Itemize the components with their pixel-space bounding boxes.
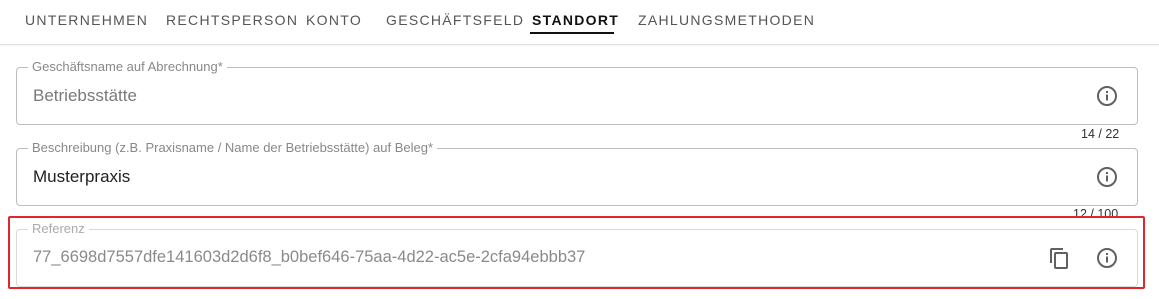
description-value[interactable]: Musterpraxis: [33, 167, 130, 187]
info-icon[interactable]: [1095, 84, 1119, 108]
reference-highlight-box: [8, 216, 1145, 289]
description-label: Beschreibung (z.B. Praxisname / Name der…: [28, 140, 438, 155]
description-field[interactable]: Beschreibung (z.B. Praxisname / Name der…: [16, 140, 1138, 206]
tab-konto[interactable]: KONTO: [306, 0, 362, 40]
info-icon[interactable]: [1095, 165, 1119, 189]
tab-geschaeftsfeld[interactable]: GESCHÄFTSFELD: [386, 0, 524, 40]
tab-unternehmen[interactable]: UNTERNEHMEN: [25, 0, 148, 40]
active-tab-indicator: [530, 32, 614, 34]
business-name-counter: 14 / 22: [1081, 127, 1120, 141]
business-name-field[interactable]: Geschäftsname auf Abrechnung* Betriebsst…: [16, 59, 1138, 125]
business-name-value[interactable]: Betriebsstätte: [33, 86, 137, 106]
tab-bar: UNTERNEHMEN RECHTSPERSON KONTO GESCHÄFTS…: [0, 0, 1159, 45]
business-name-label: Geschäftsname auf Abrechnung*: [28, 59, 227, 74]
tab-standort[interactable]: STANDORT: [532, 0, 619, 40]
tab-zahlungsmethoden[interactable]: ZAHLUNGSMETHODEN: [638, 0, 815, 40]
tab-rechtsperson[interactable]: RECHTSPERSON: [166, 0, 298, 40]
